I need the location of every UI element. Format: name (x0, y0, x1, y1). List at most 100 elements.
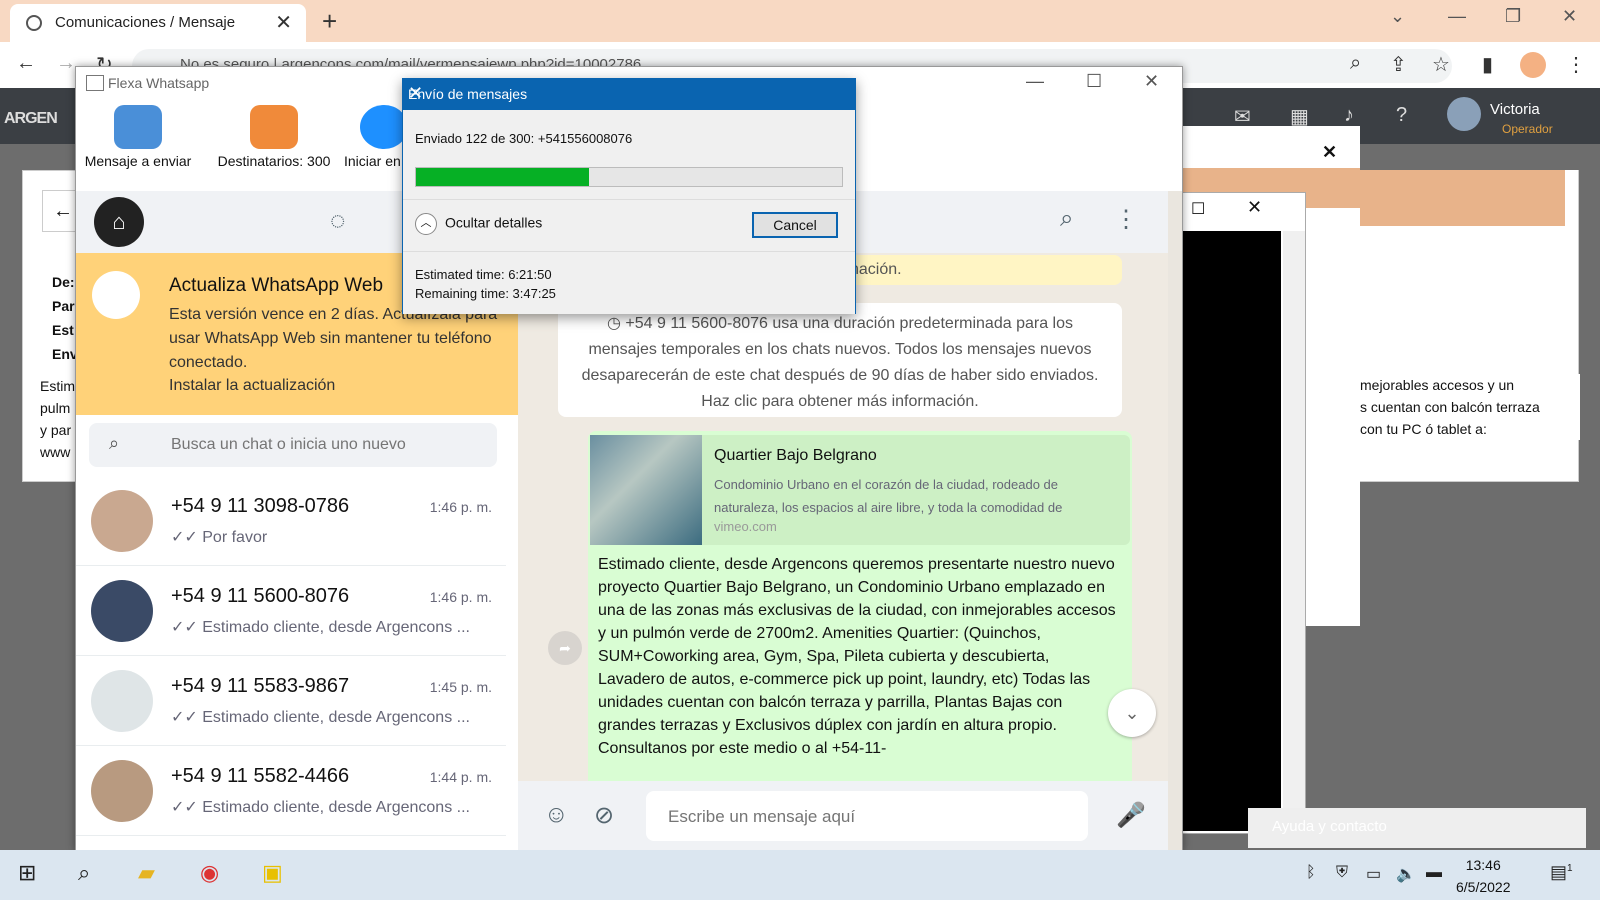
close-icon[interactable]: ✕ (408, 83, 841, 104)
progress-titlebar: Envío de mensajes ✕ (403, 79, 855, 110)
toggle-details-button[interactable]: ︿ Ocultar detalles (415, 213, 542, 235)
message-tool-button[interactable]: Mensaje a enviar (82, 105, 194, 169)
disappearing-messages-notice[interactable]: ◷ +54 9 11 5600-8076 usa una duración pr… (558, 303, 1122, 417)
message-box[interactable] (646, 791, 1088, 841)
maximize-icon[interactable]: ☐ (1086, 71, 1102, 92)
user-avatar[interactable] (1447, 97, 1481, 131)
close-tab-icon[interactable]: ✕ (275, 10, 292, 35)
message-input[interactable] (666, 803, 1070, 831)
field-label-from: De: (52, 274, 75, 290)
divider (403, 199, 855, 200)
app-icon (86, 75, 104, 91)
globe-icon (26, 15, 42, 31)
browser-tab[interactable]: Comunicaciones / Mensaje ✕ (10, 4, 306, 42)
chat-time: 1:45 p. m. (429, 679, 492, 695)
site-message-body: Estim pulm y par www (40, 378, 75, 460)
scroll-down-button[interactable]: ⌄ (1108, 689, 1156, 737)
star-icon[interactable]: ☆ (1432, 52, 1450, 77)
notification-icon[interactable]: ▤1 (1550, 862, 1573, 883)
windows-start-icon[interactable]: ⊞ (18, 860, 36, 886)
chat-list-item[interactable]: +54 9 11 5582-4466 1:44 p. m. ✓✓ Estimado … (76, 747, 506, 836)
minimize-icon[interactable]: — (1026, 71, 1044, 92)
scrollbar[interactable] (1283, 231, 1305, 831)
taskbar: ⊞ ⌕ ▰ ◉ ▣ ᛒ ⛨ ▭ 🔈 ▬ ▤1 (0, 850, 1600, 900)
attach-icon[interactable]: ⊘ (594, 801, 614, 830)
user-name[interactable]: Victoria (1490, 101, 1540, 118)
banner-title: Actualiza WhatsApp Web (169, 275, 384, 296)
video-thumbnail[interactable] (590, 435, 702, 545)
minimize-icon[interactable]: — (1448, 6, 1466, 27)
forward-icon[interactable]: → (56, 52, 76, 75)
sidepanel-icon[interactable]: ▮ (1482, 52, 1493, 77)
chat-preview: ✓✓ Estimado cliente, desde Argencons ... (171, 799, 470, 816)
contact-avatar (91, 760, 153, 822)
help-icon[interactable]: ? (1396, 104, 1407, 127)
chat-list-item[interactable]: +54 9 11 3098-0786 1:46 p. m. ✓✓ Por favor (76, 477, 506, 566)
chevron-up-icon: ︿ (415, 213, 437, 235)
help-bar[interactable]: Ayuda y contacto (1248, 808, 1586, 848)
details-area (403, 251, 855, 314)
chat-bubble-icon (114, 105, 162, 149)
status-icon[interactable]: ◌ (330, 205, 345, 236)
bluetooth-icon[interactable]: ᛒ (1306, 864, 1316, 882)
new-tab-button[interactable]: + (322, 6, 337, 37)
profile-avatar[interactable]: ⌂ (94, 197, 144, 247)
microphone-icon[interactable]: 🎤 (1116, 801, 1146, 830)
profile-icon[interactable] (1520, 52, 1546, 78)
close-window-icon[interactable]: ✕ (1562, 6, 1577, 27)
security-icon[interactable]: ⛨ (1336, 864, 1348, 882)
cancel-button[interactable]: Cancel (752, 212, 838, 238)
contact-name: +54 9 11 5600-8076 (171, 585, 350, 607)
battery-icon[interactable]: ▬ (1426, 864, 1442, 882)
preview-description: Condominio Urbano en el corazón de la ci… (714, 477, 1063, 515)
close-icon[interactable]: ✕ (1144, 71, 1159, 92)
progress-dialog: Envío de mensajes ✕ Enviado 122 de 300: … (402, 78, 856, 314)
flexa-app-icon[interactable]: ▣ (262, 860, 283, 886)
zoom-icon[interactable]: ⌕ (1350, 52, 1361, 75)
emoji-icon[interactable]: ☺ (544, 801, 569, 829)
back-icon[interactable]: ← (16, 52, 36, 75)
volume-icon[interactable]: 🔈 (1396, 864, 1416, 884)
progress-bar (415, 167, 843, 187)
help-link[interactable]: Ayuda y contacto (1272, 818, 1387, 835)
search-icon[interactable]: ⌕ (78, 860, 90, 886)
restore-icon[interactable]: ❐ (1505, 6, 1521, 27)
link-preview[interactable]: Quartier Bajo Belgrano Condominio Urbano… (590, 435, 1130, 545)
tab-search-icon[interactable]: ⌄ (1390, 6, 1405, 27)
close-icon[interactable]: ✕ (1247, 197, 1262, 218)
file-explorer-icon[interactable]: ▰ (138, 860, 155, 886)
search-icon[interactable]: ⌕ (1060, 205, 1073, 233)
contact-name: +54 9 11 5583-9867 (171, 675, 350, 697)
share-icon[interactable]: ⇪ (1390, 52, 1407, 77)
chrome-icon[interactable]: ◉ (200, 860, 219, 886)
contact-avatar (91, 580, 153, 642)
network-icon[interactable]: ▭ (1366, 864, 1381, 884)
estimated-time: Estimated time: 6:21:50 (415, 267, 552, 282)
message-text: Estimado cliente, desde Argencons querem… (598, 556, 1116, 757)
dialog-close-icon[interactable]: ✕ (1322, 142, 1337, 163)
chat-list-item[interactable]: +54 9 11 5583-9867 1:45 p. m. ✓✓ Estimado … (76, 657, 506, 746)
user-role: Operador (1502, 122, 1553, 136)
menu-icon[interactable]: ⋮ (1566, 52, 1586, 77)
chat-time: 1:46 p. m. (429, 499, 492, 515)
recipients-tool-button[interactable]: Destinatarios: 300 (200, 105, 348, 169)
chat-list-item[interactable]: +54 9 11 5600-8076 1:46 p. m. ✓✓ Estimado … (76, 567, 506, 656)
chat-preview: ✓✓ Por favor (171, 529, 268, 546)
contact-avatar (91, 670, 153, 732)
chat-time: 1:44 p. m. (429, 769, 492, 785)
search-input[interactable] (169, 431, 483, 459)
forward-icon[interactable]: ➦ (548, 631, 582, 665)
field-label-to: Par (52, 298, 75, 314)
progress-bar-fill (416, 168, 590, 186)
system-clock[interactable]: 13:46 6/5/2022 (1456, 854, 1511, 898)
flexa-title: Flexa Whatsapp (108, 75, 210, 91)
chat-search[interactable]: ⌕ (89, 423, 497, 467)
bell-icon[interactable]: ♪ (1344, 104, 1354, 127)
tab-title: Comunicaciones / Mensaje (55, 14, 236, 31)
maximize-icon[interactable]: ☐ (1191, 199, 1205, 219)
menu-icon[interactable]: ⋮ (1114, 205, 1138, 234)
video-window: ☐ ✕ (1180, 192, 1306, 834)
chat-preview: ✓✓ Estimado cliente, desde Argencons ... (171, 709, 470, 726)
install-update-link[interactable]: Instalar la actualización (169, 377, 335, 395)
site-logo: ARGEN (4, 110, 58, 127)
